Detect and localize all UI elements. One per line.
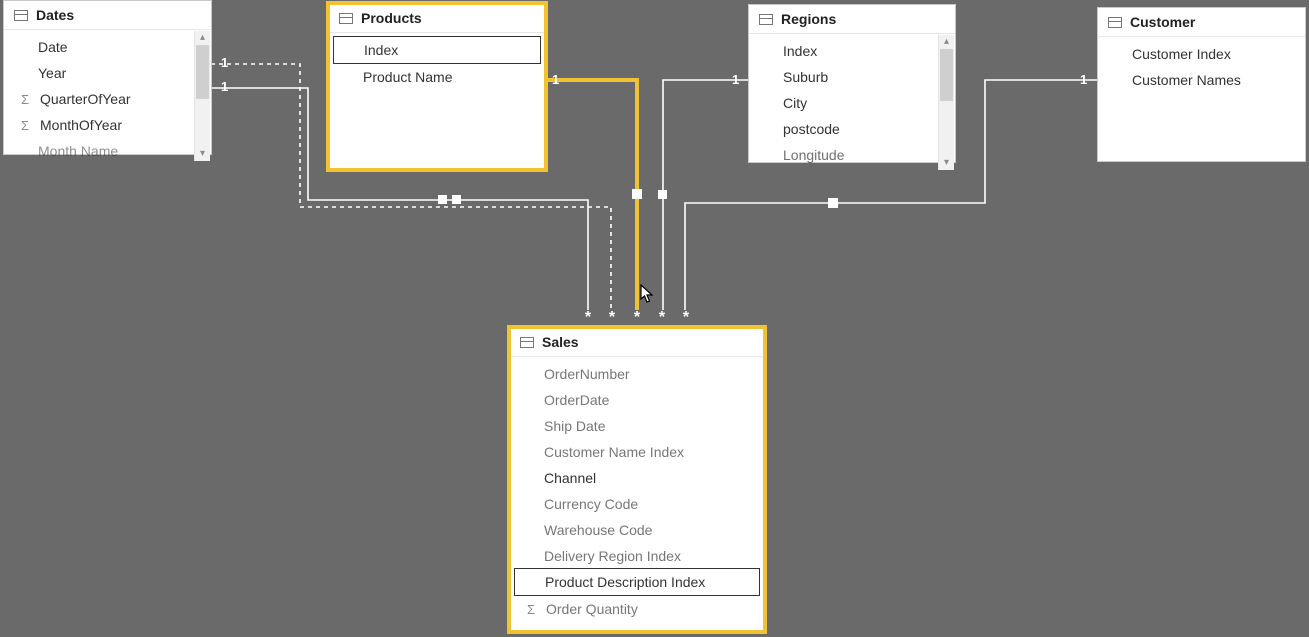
scrollbar[interactable]: ▴ ▾ [938,35,954,170]
table-header[interactable]: Sales [510,328,764,357]
many-marker: * [683,310,689,326]
field-product-description-index[interactable]: Product Description Index [514,568,760,596]
table-title: Products [361,10,422,26]
field-city[interactable]: City [749,90,955,116]
many-marker: * [585,310,591,326]
field-label: Order Quantity [546,601,638,617]
field-index[interactable]: Index [749,38,955,64]
table-products[interactable]: Products Index Product Name [328,3,546,170]
table-icon [14,10,28,21]
table-header[interactable]: Products [329,4,545,33]
field-orderdate[interactable]: OrderDate [510,387,764,413]
scroll-thumb[interactable] [940,49,953,101]
scroll-down-icon[interactable]: ▾ [939,156,954,170]
field-ordernumber[interactable]: OrderNumber [510,361,764,387]
many-marker: * [634,310,640,326]
field-list: OrderNumber OrderDate Ship Date Customer… [510,357,764,637]
field-list: Index Product Name [329,33,545,96]
field-index[interactable]: Index [333,36,541,64]
field-warehouse-code[interactable]: Warehouse Code [510,517,764,543]
field-date[interactable]: Date [4,34,211,60]
one-marker: 1 [1080,72,1087,87]
many-marker: * [659,310,665,326]
table-regions[interactable]: Regions Index Suburb City postcode Longi… [748,4,956,163]
table-icon [759,14,773,25]
table-icon [520,337,534,348]
scroll-up-icon[interactable]: ▴ [195,31,210,45]
one-marker: 1 [732,72,739,87]
field-label: QuarterOfYear [40,91,131,107]
field-customer-name-index[interactable]: Customer Name Index [510,439,764,465]
field-quarterofyear[interactable]: Σ QuarterOfYear [4,86,211,112]
scroll-thumb[interactable] [196,45,209,99]
sigma-icon: Σ [18,92,32,107]
field-order-quantity[interactable]: Σ Order Quantity [510,596,764,622]
field-currency-code[interactable]: Currency Code [510,491,764,517]
field-channel[interactable]: Channel [510,465,764,491]
sigma-icon: Σ [18,118,32,133]
scroll-up-icon[interactable]: ▴ [939,35,954,49]
field-shipdate[interactable]: Ship Date [510,413,764,439]
field-customer-index[interactable]: Customer Index [1098,41,1305,67]
sigma-icon: Σ [524,602,538,617]
field-suburb[interactable]: Suburb [749,64,955,90]
field-delivery-region-index[interactable]: Delivery Region Index [510,543,764,569]
table-title: Sales [542,334,579,350]
field-list: Index Suburb City postcode Longitude ▴ ▾ [749,34,955,171]
field-customer-names[interactable]: Customer Names [1098,67,1305,93]
field-list: Customer Index Customer Names [1098,37,1305,99]
table-icon [339,13,353,24]
table-header[interactable]: Regions [749,5,955,34]
field-list: Date Year Σ QuarterOfYear Σ MonthOfYear … [4,30,211,162]
table-header[interactable]: Dates [4,1,211,30]
table-sales[interactable]: Sales OrderNumber OrderDate Ship Date Cu… [509,327,765,632]
one-marker: 1 [221,79,228,94]
field-year[interactable]: Year [4,60,211,86]
scrollbar[interactable]: ▴ ▾ [194,31,210,161]
field-longitude[interactable]: Longitude [749,142,955,168]
field-monthofyear[interactable]: Σ MonthOfYear [4,112,211,138]
table-icon [1108,17,1122,28]
field-postcode[interactable]: postcode [749,116,955,142]
many-marker: * [609,310,615,326]
table-title: Customer [1130,14,1195,30]
one-marker: 1 [552,72,559,87]
one-marker: 1 [221,55,228,70]
table-title: Regions [781,11,836,27]
field-label: MonthOfYear [40,117,122,133]
scroll-down-icon[interactable]: ▾ [195,147,210,161]
model-canvas[interactable]: { "tables": { "dates": { "title": "Dates… [0,0,1309,637]
table-dates[interactable]: Dates Date Year Σ QuarterOfYear Σ MonthO… [3,0,212,155]
mouse-cursor-icon [640,284,654,304]
field-product-name[interactable]: Product Name [329,64,545,90]
table-title: Dates [36,7,74,23]
table-header[interactable]: Customer [1098,8,1305,37]
table-customer[interactable]: Customer Customer Index Customer Names [1097,7,1306,162]
field-monthname[interactable]: Month Name [4,138,211,162]
